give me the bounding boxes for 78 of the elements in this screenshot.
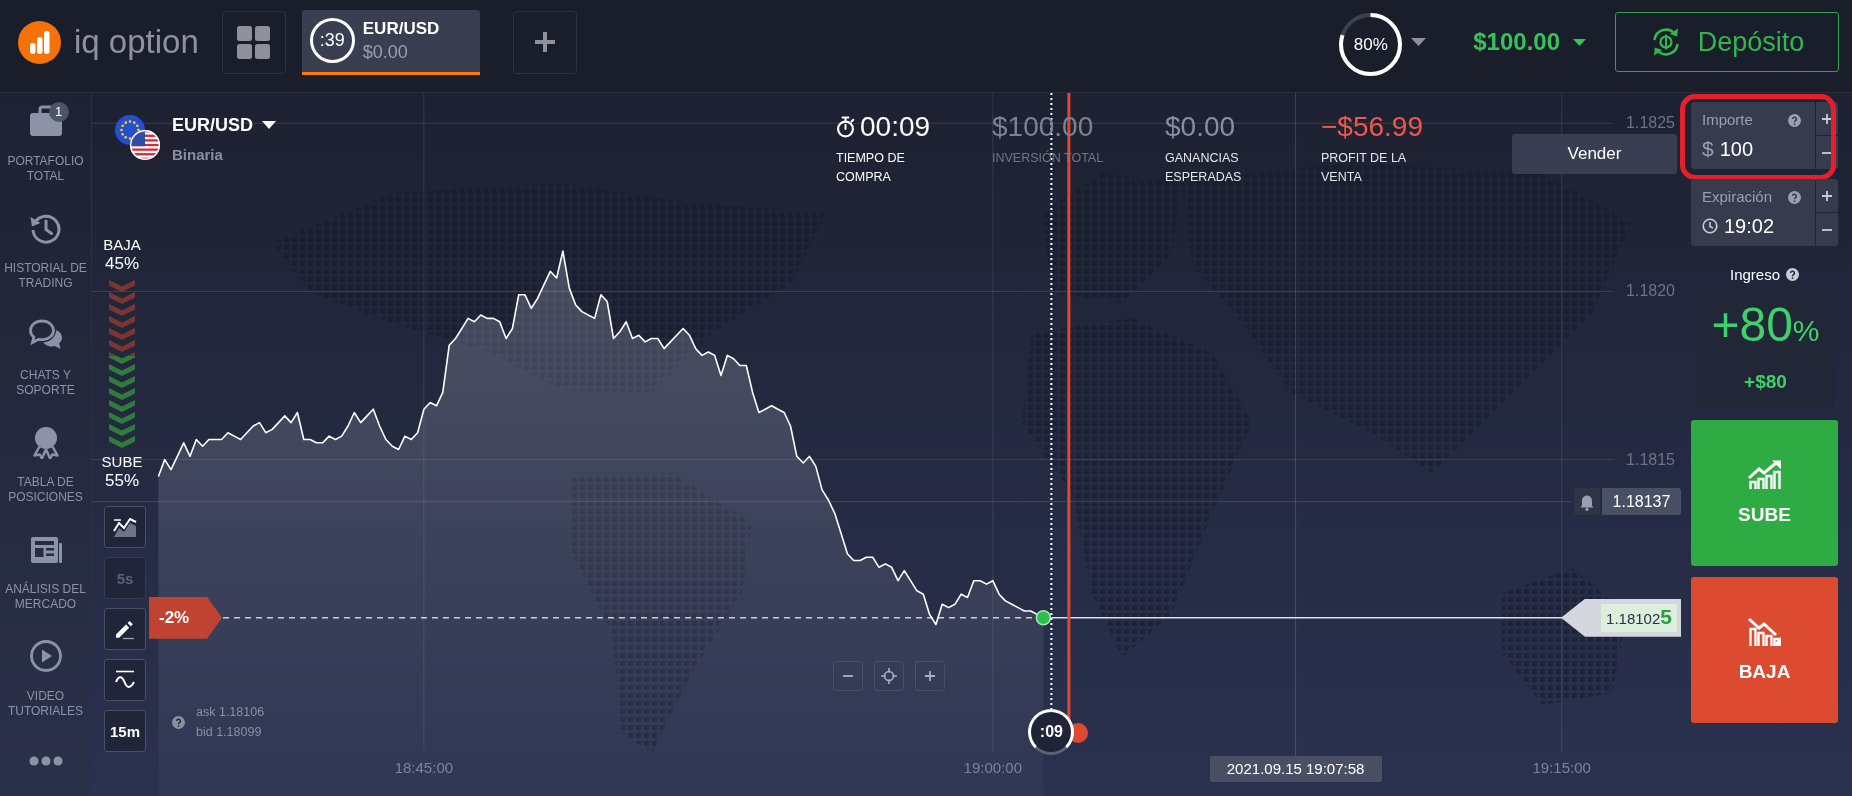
tool-button[interactable] <box>104 608 146 650</box>
apps-button[interactable] <box>221 10 286 74</box>
caret-icon[interactable] <box>1411 38 1427 46</box>
sidebar-item[interactable]: ANÁLISIS DEL MERCADO <box>0 532 91 639</box>
add-tab-button[interactable] <box>512 10 577 74</box>
zoom-out-button[interactable] <box>833 661 863 691</box>
sentiment-label: SUBE <box>101 453 143 471</box>
tool-button[interactable] <box>104 659 146 701</box>
countdown-timer: :39 <box>309 18 355 63</box>
asset-selector[interactable]: EUR/USD <box>172 115 276 135</box>
asset-type-label: Binaria <box>172 146 223 164</box>
stat-label: TIEMPO DE COMPRA <box>836 150 905 186</box>
sentiment-percent: 55% <box>105 471 139 491</box>
zoom-in-button[interactable] <box>915 661 945 691</box>
plus-icon <box>924 670 936 682</box>
wave-icon <box>113 669 137 691</box>
sidebar-item[interactable]: VIDEO TUTORIALES <box>0 639 91 746</box>
stat-label: GANANCIAS ESPERADAS <box>1165 150 1242 186</box>
grid-icon <box>237 25 271 59</box>
stat-value: 00:09 <box>860 110 931 144</box>
expiration-field[interactable]: Expiración 19:02 <box>1691 179 1815 246</box>
sidebar-item[interactable]: CHATS Y SOPORTE <box>0 318 91 425</box>
time-axis-label: 19:15:00 <box>1531 759 1592 777</box>
caret-icon <box>262 121 276 129</box>
logo-icon <box>18 20 61 64</box>
crosshair-time-label: 2021.09.15 19:07:58 <box>1209 756 1382 782</box>
balance-button[interactable]: $100.00 <box>1473 27 1586 57</box>
price-axis-label: 1.1820 <box>1626 282 1675 301</box>
sell-button[interactable]: Vender <box>1512 134 1677 174</box>
tool-button[interactable]: 15m <box>104 710 146 752</box>
price-dot-icon <box>1035 610 1052 626</box>
crosshair-icon <box>881 668 897 684</box>
time-axis-label: 19:00:00 <box>962 759 1023 777</box>
pencil-icon <box>113 618 137 640</box>
notification-badge: 1 <box>48 102 69 122</box>
stat-value: $0.00 <box>1165 110 1236 144</box>
deposit-button[interactable]: Depósito <box>1615 12 1839 72</box>
bid-price-text: bid 1.18099 <box>196 724 263 741</box>
plus-icon <box>534 32 555 52</box>
clock-icon <box>1702 218 1718 234</box>
alert-price-label: 1.18137 <box>1602 488 1681 516</box>
area-chart-icon <box>113 516 137 538</box>
payout-percent: +80% <box>1711 297 1820 353</box>
price-axis-label: 1.1825 <box>1626 114 1675 133</box>
help-icon[interactable] <box>1788 113 1801 127</box>
decrease-button[interactable] <box>1816 213 1838 246</box>
amount-field[interactable]: Importe $ 100 <box>1691 102 1815 169</box>
increase-button[interactable] <box>1816 179 1838 212</box>
logo-text: iq option <box>74 22 199 62</box>
down-button[interactable]: BAJA <box>1691 577 1838 723</box>
trend-down-icon <box>1746 617 1783 647</box>
sentiment-percent: 45% <box>105 254 139 274</box>
caret-icon <box>1573 38 1586 46</box>
amount-input[interactable]: 100 <box>1719 135 1760 163</box>
time-axis-label: 18:45:00 <box>393 759 455 777</box>
sentiment-label: BAJA <box>103 236 141 254</box>
ask-price-text: ask 1.18106 <box>196 704 265 721</box>
payout-amount: +$80 <box>1744 371 1787 393</box>
play-icon <box>27 639 64 673</box>
bell-icon[interactable] <box>1574 488 1600 516</box>
trend-up-icon <box>1746 460 1783 490</box>
stat-label: PROFIT DE LA VENTA <box>1321 150 1407 186</box>
stat-value: −$56.99 <box>1321 110 1423 144</box>
plus-icon <box>1822 113 1832 124</box>
sidebar-item[interactable]: TABLA DE POSICIONES <box>0 425 91 532</box>
help-icon[interactable] <box>1786 268 1799 281</box>
sidebar-item[interactable]: HISTORIAL DE TRADING <box>0 211 91 318</box>
price-axis-label: 1.1815 <box>1626 450 1675 469</box>
income-label: Ingreso <box>1729 266 1780 283</box>
center-button[interactable] <box>874 661 904 691</box>
stopwatch-icon <box>836 116 855 138</box>
more-icon[interactable] <box>28 756 63 766</box>
sidebar-item[interactable]: 1 PORTAFOLIO TOTAL <box>0 104 91 211</box>
tool-button[interactable] <box>104 506 146 548</box>
plus-icon <box>1822 190 1832 201</box>
payout-label: 80% <box>1352 33 1389 55</box>
help-icon[interactable] <box>172 715 185 729</box>
help-icon[interactable] <box>1788 190 1801 204</box>
